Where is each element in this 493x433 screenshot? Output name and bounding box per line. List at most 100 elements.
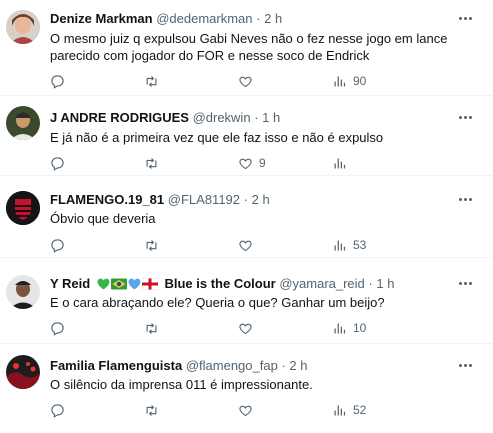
views-icon [334,158,346,168]
reply-icon [51,321,64,336]
views-icon [334,76,346,86]
views-button[interactable]: 52 [332,401,366,419]
avatar[interactable] [6,355,40,389]
display-name[interactable]: FLAMENGO.19_81 [50,192,164,207]
tweet-text: O silêncio da imprensa 011 é impressiona… [50,377,313,392]
tweet-actions: 10 [50,319,490,337]
views-count: 52 [353,403,367,417]
tweet-header: FLAMENGO.19_81 @FLA81192 · 2 h [50,190,453,210]
tweet-header: J ANDRE RODRIGUES @drekwin · 1 h [50,108,453,128]
tweet[interactable]: Y Reid Blue is the Colour @yamara_reid ·… [0,258,493,344]
avatar[interactable] [6,191,40,225]
user-handle[interactable]: @flamengo_fap [186,358,278,373]
display-name[interactable]: J ANDRE RODRIGUES [50,110,189,125]
reply-icon [51,74,64,89]
name-emojis [97,278,158,290]
display-name[interactable]: Familia Flamenguista [50,358,182,373]
photo-avatar-icon [6,355,40,389]
tweet[interactable]: Familia Flamenguista @flamengo_fap · 2 h… [0,344,493,433]
more-icon[interactable] [457,13,475,23]
user-handle[interactable]: @drekwin [193,110,251,125]
retweet-button[interactable] [144,72,159,90]
avatar[interactable] [6,106,40,140]
england-flag-icon [141,278,158,290]
like-icon [239,76,252,87]
reply-button[interactable] [50,319,65,337]
reply-icon [51,238,64,253]
separator-dot: · [281,358,286,373]
like-button[interactable]: 9 [238,154,266,172]
tweet-header: Y Reid Blue is the Colour @yamara_reid ·… [50,274,453,294]
avatar[interactable] [6,275,40,309]
reply-button[interactable] [50,72,65,90]
timestamp[interactable]: 1 h [262,110,280,125]
green-heart-icon [97,278,110,290]
retweet-icon [146,75,157,87]
views-button[interactable] [332,154,353,172]
tweet-actions: 90 [50,72,490,90]
tweet-text: O mesmo juiz q expulsou Gabi Neves não o… [50,31,448,63]
retweet-button[interactable] [144,401,159,419]
tweet-actions: 52 [50,401,490,419]
like-button[interactable] [238,401,253,419]
retweet-icon [146,322,157,334]
like-icon [239,158,252,169]
display-name[interactable]: Denize Markman [50,11,153,26]
separator-dot: · [368,276,373,291]
like-button[interactable] [238,319,253,337]
reply-icon [51,403,64,418]
display-name-prefix[interactable]: Y Reid [50,276,90,291]
views-button[interactable]: 90 [332,72,366,90]
retweet-icon [146,239,157,251]
tweet-text: E o cara abraçando ele? Queria o que? Ga… [50,295,385,310]
tweet-header: Denize Markman @dedemarkman · 2 h [50,9,453,29]
photo-avatar-icon [6,275,40,309]
user-handle[interactable]: @dedemarkman [156,11,252,26]
more-icon[interactable] [457,360,475,370]
tweet[interactable]: FLAMENGO.19_81 @FLA81192 · 2 h Óbvio que… [0,176,493,258]
like-icon [239,405,252,416]
timestamp[interactable]: 2 h [289,358,307,373]
views-count: 53 [353,238,367,252]
tweet-header: Familia Flamenguista @flamengo_fap · 2 h [50,356,453,376]
views-icon [334,240,346,250]
tweet-text: Óbvio que deveria [50,211,156,226]
more-icon[interactable] [457,194,475,204]
like-button[interactable] [238,236,253,254]
retweet-button[interactable] [144,154,159,172]
timestamp[interactable]: 2 h [252,192,270,207]
retweet-button[interactable] [144,319,159,337]
avatar[interactable] [6,10,40,44]
views-icon [334,405,346,415]
photo-avatar-icon [6,10,40,44]
more-icon[interactable] [457,112,475,122]
timestamp[interactable]: 2 h [264,11,282,26]
reply-button[interactable] [50,401,65,419]
like-count: 9 [259,156,266,170]
retweet-button[interactable] [144,236,159,254]
flamengo-crest-avatar-icon [6,191,40,225]
like-button[interactable] [238,72,253,90]
user-handle[interactable]: @yamara_reid [279,276,364,291]
like-icon [239,323,252,334]
retweet-icon [146,157,157,169]
views-button[interactable]: 10 [332,319,366,337]
display-name-suffix[interactable]: Blue is the Colour [164,276,275,291]
tweet[interactable]: J ANDRE RODRIGUES @drekwin · 1 h E já nã… [0,96,493,176]
reply-button[interactable] [50,236,65,254]
tweet-actions: 53 [50,236,490,254]
retweet-icon [146,404,157,416]
more-icon[interactable] [457,278,475,288]
reply-icon [51,156,64,171]
like-icon [239,240,252,251]
tweet[interactable]: Denize Markman @dedemarkman · 2 h O mesm… [0,0,493,96]
reply-button[interactable] [50,154,65,172]
views-button[interactable]: 53 [332,236,366,254]
user-handle[interactable]: @FLA81192 [168,192,240,207]
photo-avatar-icon [6,106,40,140]
views-count: 10 [353,321,367,335]
views-icon [334,323,346,333]
views-count: 90 [353,74,367,88]
timestamp[interactable]: 1 h [376,276,394,291]
separator-dot: · [254,110,259,125]
